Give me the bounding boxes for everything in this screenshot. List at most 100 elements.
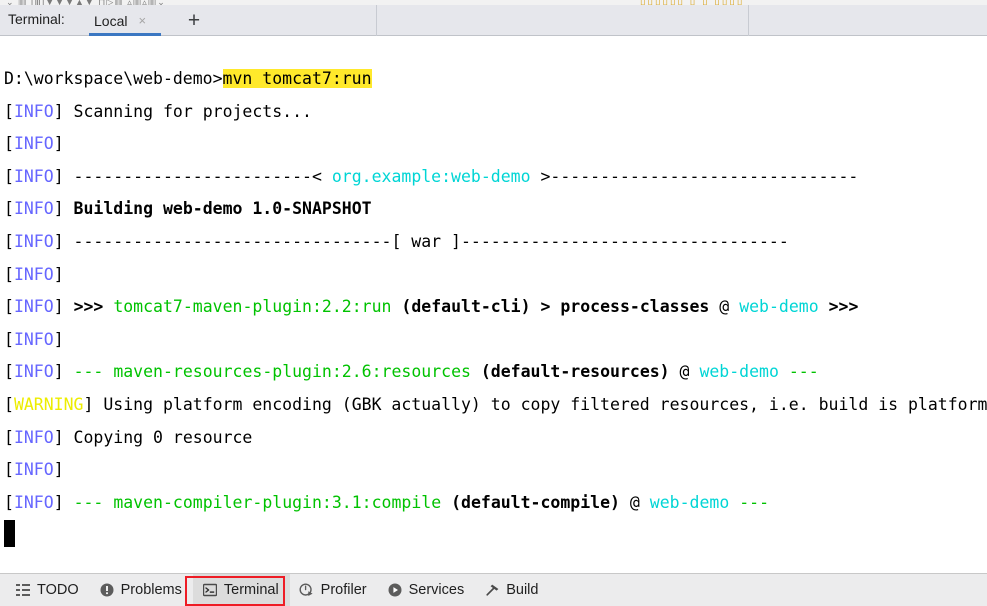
tab-local[interactable]: Local × — [92, 5, 146, 36]
bracket-open: [ — [4, 460, 14, 480]
terminal-log-line: [INFO] Building web-demo 1.0-SNAPSHOT — [4, 193, 987, 226]
bracket-close: ] — [53, 460, 64, 480]
log-segment — [391, 297, 401, 316]
terminal-prompt-line: D:\workspace\web-demo>mvn tomcat7:run — [4, 63, 987, 96]
terminal-log-line: [INFO] --------------------------------[… — [4, 226, 987, 259]
tool-window-label: Build — [506, 582, 539, 598]
log-level-tag: INFO — [13, 199, 54, 219]
log-segment: @ — [619, 492, 650, 512]
terminal-log-line: [WARNING] Using platform encoding (GBK a… — [4, 389, 987, 422]
log-segment — [471, 362, 481, 381]
tool-window-label: TODO — [37, 582, 79, 598]
header-divider-1 — [376, 5, 377, 36]
warning-circle-icon — [99, 582, 115, 598]
bracket-open: [ — [4, 297, 14, 317]
terminal-cursor — [4, 520, 15, 547]
terminal-log-line: [INFO] — [4, 454, 987, 487]
log-segment: (default-resources) — [480, 362, 670, 382]
tool-window-label: Services — [408, 582, 465, 598]
terminal-log-line: [INFO] Copying 0 resource — [4, 422, 987, 455]
log-level-tag: INFO — [13, 460, 54, 480]
terminal-output-pane[interactable]: D:\workspace\web-demo>mvn tomcat7:run [IN… — [0, 36, 987, 573]
tool-window-button-services[interactable]: Services — [378, 574, 476, 606]
log-segment: @ — [709, 297, 740, 317]
bracket-close: ] — [53, 134, 64, 154]
bracket-open: [ — [4, 329, 14, 349]
tool-window-label: Problems — [120, 582, 182, 598]
close-icon[interactable]: × — [138, 14, 146, 27]
log-segment: web-demo — [649, 492, 730, 512]
log-level-tag: WARNING — [13, 394, 84, 414]
bracket-open: [ — [4, 264, 14, 284]
terminal-log-line: [INFO] — [4, 128, 987, 161]
log-segment: org.example:web-demo — [331, 166, 531, 186]
log-level-tag: INFO — [13, 134, 54, 154]
bracket-close: ] — [53, 166, 64, 186]
log-segment: @ — [669, 362, 700, 382]
terminal-command: mvn tomcat7:run — [222, 69, 372, 88]
bracket-close: ] — [53, 199, 64, 219]
terminal-log-line: [INFO] ------------------------< org.exa… — [4, 161, 987, 194]
log-level-tag: INFO — [13, 362, 54, 382]
bracket-close: ] — [53, 264, 64, 284]
bracket-open: [ — [4, 199, 14, 219]
terminal-log-line: [INFO] — [4, 324, 987, 357]
ide-terminal-window: ⌄ ▥ [Ⅲ]▼▼▼▲▼ ⊓▷▥ ▵▥▵▥⌄ ▯▯▯▯▯▯ ▯ ▯ ▯▯▯▯ T… — [0, 0, 987, 606]
log-segment — [103, 493, 113, 512]
tab-local-label: Local — [94, 12, 128, 29]
tool-window-button-todo[interactable]: TODO — [6, 574, 90, 606]
log-level-tag: INFO — [13, 231, 54, 251]
terminal-log-line: [INFO] >>> tomcat7-maven-plugin:2.2:run … — [4, 291, 987, 324]
console-icon — [202, 582, 218, 598]
log-segment: Copying 0 resource — [63, 427, 253, 447]
log-segment: Scanning for projects... — [63, 101, 312, 121]
log-segment: tomcat7-maven-plugin:2.2:run — [113, 297, 392, 317]
list-icon — [15, 582, 31, 598]
tool-window-label: Profiler — [320, 582, 367, 598]
terminal-log-line: [INFO] --- maven-compiler-plugin:3.1:com… — [4, 487, 987, 520]
tool-window-button-problems[interactable]: Problems — [90, 574, 193, 606]
log-segment — [103, 362, 113, 381]
bracket-close: ] — [53, 101, 64, 121]
bracket-open: [ — [4, 427, 14, 447]
play-circle-icon — [387, 582, 403, 598]
terminal-header-label: Terminal: — [8, 11, 65, 27]
log-segment: >>> — [73, 297, 104, 317]
log-segment: web-demo — [739, 297, 819, 317]
log-segment: maven-resources-plugin:2.6:resources — [113, 362, 471, 382]
terminal-prompt: D:\workspace\web-demo> — [4, 69, 223, 88]
terminal-log-line: [INFO] — [4, 259, 987, 292]
plus-icon[interactable]: + — [183, 9, 205, 31]
terminal-tab-header: Terminal: Local × + — [0, 5, 987, 36]
log-segment: maven-compiler-plugin:3.1:compile — [113, 492, 442, 512]
log-segment: web-demo — [699, 362, 779, 382]
log-level-tag: INFO — [13, 264, 54, 284]
log-level-tag: INFO — [13, 492, 54, 512]
log-segment — [64, 297, 74, 316]
log-level-tag: INFO — [13, 329, 54, 349]
tool-window-button-terminal[interactable]: Terminal — [192, 574, 290, 606]
bracket-open: [ — [4, 134, 14, 154]
log-segment: Building web-demo 1.0-SNAPSHOT — [63, 199, 372, 219]
log-segment: process-classes — [560, 297, 710, 317]
log-level-tag: INFO — [13, 166, 54, 186]
bracket-close: ] — [53, 492, 64, 512]
terminal-log-line: [INFO] --- maven-resources-plugin:2.6:re… — [4, 356, 987, 389]
bracket-close: ] — [53, 231, 64, 251]
log-segment — [441, 493, 451, 512]
bracket-open: [ — [4, 231, 14, 251]
log-segment — [64, 493, 74, 512]
tool-window-label: Terminal — [223, 582, 279, 598]
log-segment: ------------------------< — [63, 166, 332, 186]
gauge-icon — [299, 582, 315, 598]
log-level-tag: INFO — [13, 297, 54, 317]
terminal-text: D:\workspace\web-demo>mvn tomcat7:run [IN… — [4, 63, 987, 519]
log-segment: (default-cli) — [401, 297, 531, 317]
bracket-close: ] — [53, 329, 64, 349]
bracket-open: [ — [4, 166, 14, 186]
tool-window-bar: TODO Problems Terminal Profiler Services Buil… — [0, 573, 987, 606]
header-divider-2 — [748, 5, 749, 36]
hammer-icon — [484, 582, 500, 598]
tool-window-button-profiler[interactable]: Profiler — [290, 574, 378, 606]
tool-window-button-build[interactable]: Build — [475, 574, 549, 606]
